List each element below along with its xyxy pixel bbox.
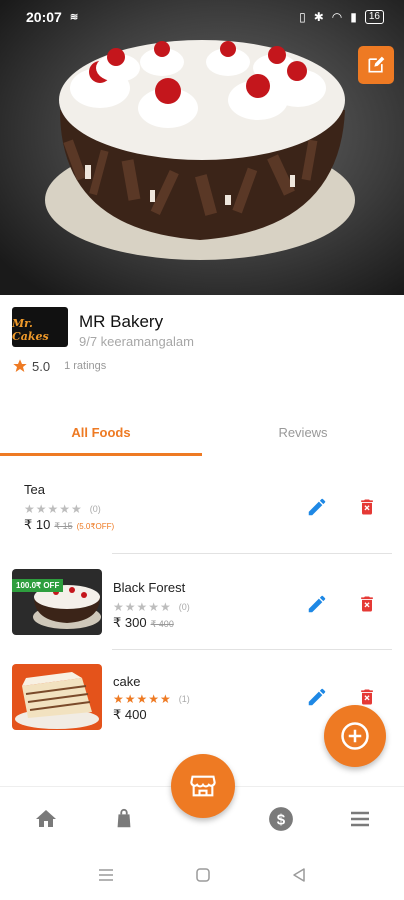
tab-reviews[interactable]: Reviews <box>202 408 404 456</box>
back-system-button[interactable] <box>290 866 308 884</box>
nav-orders[interactable] <box>110 805 138 833</box>
delete-food-button[interactable] <box>354 591 380 617</box>
food-name: Tea <box>24 482 45 497</box>
trash-icon <box>361 596 373 612</box>
star-icon: ★★★★★ <box>113 600 172 614</box>
tab-all-foods[interactable]: All Foods <box>0 408 202 456</box>
edit-food-button[interactable] <box>304 494 330 520</box>
recent-apps-button[interactable] <box>97 866 115 884</box>
nav-earnings[interactable]: $ <box>267 805 295 833</box>
price-discount: (5.0₹OFF) <box>76 522 115 531</box>
signal-icon: ▮ <box>350 10 357 24</box>
food-name: cake <box>113 674 141 689</box>
shopping-bag-icon <box>117 808 131 828</box>
store-cover-image <box>0 0 404 295</box>
system-navigation <box>0 848 404 900</box>
status-left: 20:07 ≋ <box>26 9 78 25</box>
plus-circle-icon <box>341 722 369 750</box>
delete-food-button[interactable] <box>354 494 380 520</box>
rating-count: 1 ratings <box>64 360 107 372</box>
nav-store-button[interactable] <box>171 754 235 818</box>
back-triangle-icon <box>293 868 305 882</box>
food-name: Black Forest <box>113 580 186 595</box>
price-current: ₹ 400 <box>113 707 147 722</box>
menu-icon <box>351 811 369 827</box>
pencil-icon <box>308 595 326 613</box>
food-image <box>12 664 102 730</box>
food-price: ₹ 400 <box>113 707 147 723</box>
edit-store-button[interactable] <box>358 46 394 84</box>
star-icon: ★★★★★ <box>113 692 172 706</box>
pencil-icon <box>308 688 326 706</box>
store-logo-text: Mr. Cakes <box>12 317 49 343</box>
black-forest-cake-photo <box>0 0 404 295</box>
edit-food-button[interactable] <box>304 591 330 617</box>
star-icon <box>13 359 27 372</box>
status-time: 20:07 <box>26 9 62 25</box>
vibrate-icon: ▯ <box>299 10 306 24</box>
price-original: ₹ 400 <box>150 619 174 629</box>
svg-text:$: $ <box>277 811 286 828</box>
store-address: 9/7 keeramangalam <box>79 334 194 349</box>
status-right: ▯ ✱ ◠ ▮ 16 <box>299 10 384 24</box>
store-logo: Mr. Cakes <box>12 307 68 347</box>
list-divider <box>112 649 392 650</box>
home-square-icon <box>196 868 210 882</box>
battery-icon: 16 <box>364 10 384 24</box>
recents-icon <box>99 869 113 881</box>
home-icon <box>36 810 56 827</box>
discount-badge: 100.0₹ OFF <box>12 579 64 592</box>
star-icon: ★★★★★ <box>24 502 83 516</box>
food-rating: ★★★★★ (0) <box>113 600 190 614</box>
rating-value: 5.0 <box>32 358 51 374</box>
food-rating-count: (0) <box>89 504 101 514</box>
notification-icon: ≋ <box>69 11 79 23</box>
edit-food-button[interactable] <box>304 684 330 710</box>
trash-icon <box>361 499 373 515</box>
food-item-tea[interactable]: Tea ★★★★★ (0) ₹ 10 ₹ 15 (5.0₹OFF) <box>0 466 404 556</box>
food-rating-count: (0) <box>178 602 190 612</box>
dollar-icon: $ <box>269 807 293 831</box>
food-rating-count: (1) <box>178 694 190 704</box>
storefront-icon <box>190 775 216 797</box>
store-rating: 5.0 1 ratings <box>12 358 106 374</box>
food-rating: ★★★★★ (0) <box>24 502 101 516</box>
nav-home[interactable] <box>32 805 60 833</box>
food-rating: ★★★★★ (1) <box>113 692 190 706</box>
food-price: ₹ 10 ₹ 15 (5.0₹OFF) <box>24 517 114 533</box>
food-image: 100.0₹ OFF <box>12 569 102 635</box>
add-food-button[interactable] <box>324 705 386 767</box>
store-name: MR Bakery <box>79 312 164 331</box>
pencil-icon <box>308 498 326 516</box>
home-system-button[interactable] <box>194 866 212 884</box>
bluetooth-icon: ✱ <box>313 10 324 24</box>
nav-menu[interactable] <box>346 805 374 833</box>
tab-bar: All Foods Reviews <box>0 408 404 456</box>
food-item-black-forest[interactable]: 100.0₹ OFF Black Forest ★★★★★ (0) ₹ 300 … <box>0 569 404 659</box>
food-price: ₹ 300 ₹ 400 <box>113 615 174 631</box>
price-current: ₹ 300 <box>113 615 147 630</box>
list-divider <box>112 553 392 554</box>
status-bar: 20:07 ≋ ▯ ✱ ◠ ▮ 16 <box>0 0 404 34</box>
store-header: Mr. Cakes MR Bakery 9/7 keeramangalam 5.… <box>0 295 404 400</box>
wifi-icon: ◠ <box>331 10 343 24</box>
edit-square-icon <box>368 56 385 73</box>
price-current: ₹ 10 <box>24 517 51 532</box>
price-original: ₹ 15 <box>54 521 73 531</box>
